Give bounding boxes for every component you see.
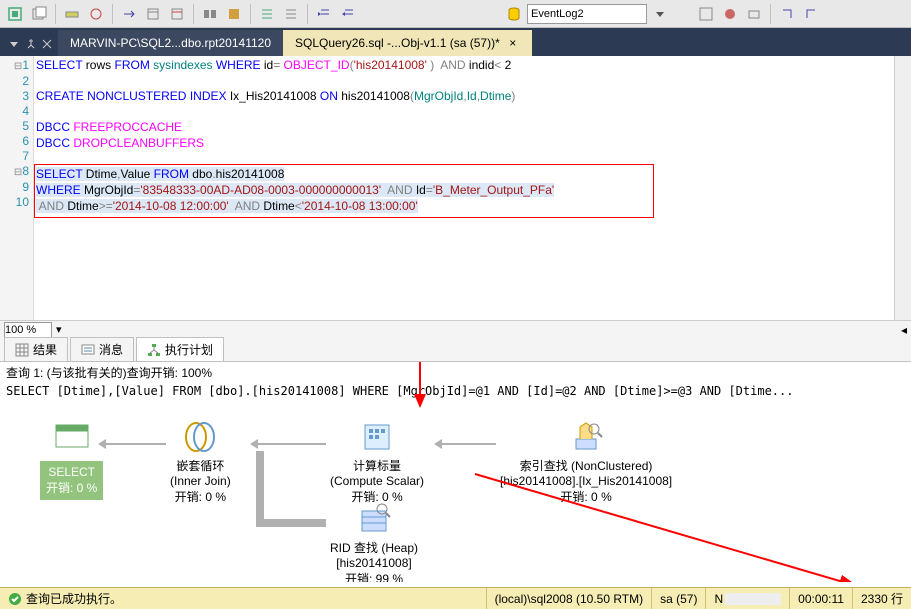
toolbar-icon[interactable] — [800, 3, 822, 25]
nested-loop-icon — [182, 419, 218, 455]
plan-canvas[interactable]: SELECT 开销: 0 % 嵌套循环 (Inner Join) 开销: 0 %… — [0, 399, 911, 569]
toolbar-icon[interactable] — [166, 3, 188, 25]
database-combo[interactable] — [527, 4, 647, 24]
plan-connector — [104, 443, 166, 445]
document-tabbar: MARVIN-PC\SQL2...dbo.rpt20141120 SQLQuer… — [0, 28, 911, 56]
tab-execution-plan[interactable]: 执行计划 — [136, 337, 224, 361]
indent-icon[interactable] — [313, 3, 335, 25]
rid-lookup-icon — [356, 501, 392, 537]
separator — [193, 4, 194, 24]
tab-messages[interactable]: 消息 — [70, 337, 134, 361]
plan-connector — [256, 443, 326, 445]
main-toolbar — [0, 0, 911, 28]
status-success: 查询已成功执行。 — [0, 588, 130, 609]
toolbar-icon[interactable] — [61, 3, 83, 25]
index-seek-icon — [568, 419, 604, 455]
arrow-icon — [434, 439, 442, 449]
select-icon — [54, 423, 90, 459]
tab-label: 消息 — [99, 341, 123, 358]
status-time: 00:00:11 — [789, 588, 852, 609]
close-icon[interactable] — [41, 38, 54, 52]
compute-icon — [359, 419, 395, 455]
zoom-combo[interactable] — [4, 322, 52, 338]
toolbar-icon[interactable] — [199, 3, 221, 25]
uncomment-icon[interactable] — [280, 3, 302, 25]
toolbar-icon[interactable] — [28, 3, 50, 25]
plan-connector — [440, 443, 496, 445]
tab-active[interactable]: SQLQuery26.sql -...Obj-v1.1 (sa (57))* × — [283, 30, 532, 56]
arrow-icon — [98, 439, 106, 449]
separator — [250, 4, 251, 24]
database-icon[interactable] — [503, 3, 525, 25]
tab-inactive[interactable]: MARVIN-PC\SQL2...dbo.rpt20141120 — [58, 30, 283, 56]
status-rows: 2330 行 — [852, 588, 911, 609]
plan-node-nested-loop[interactable]: 嵌套循环 (Inner Join) 开销: 0 % — [170, 419, 231, 505]
messages-icon — [81, 343, 95, 357]
arrow-icon — [250, 439, 258, 449]
tab-label: 结果 — [33, 341, 57, 358]
sql-editor: ⊟1 2 3 4 5 6 7 ⊟8 9 10 SELECT rows FROM … — [0, 56, 911, 320]
plan-query-header: 查询 1: (与该批有关的)查询开销: 100% — [0, 362, 911, 383]
toolbar-icon[interactable] — [776, 3, 798, 25]
plan-icon — [147, 343, 161, 357]
line-number-gutter: ⊟1 2 3 4 5 6 7 ⊟8 9 10 — [0, 56, 34, 320]
toolbar-icon[interactable] — [118, 3, 140, 25]
vertical-scrollbar[interactable] — [894, 56, 911, 320]
plan-node-compute-scalar[interactable]: 计算标量 (Compute Scalar) 开销: 0 % — [330, 419, 424, 505]
separator — [112, 4, 113, 24]
zoom-bar: ▾ ◂ — [0, 320, 911, 338]
tab-label: SQLQuery26.sql -...Obj-v1.1 (sa (57))* — [295, 36, 500, 50]
plan-connector — [256, 451, 264, 525]
tab-close-icon[interactable]: × — [506, 36, 520, 50]
plan-node-select[interactable]: SELECT 开销: 0 % — [40, 423, 103, 500]
toolbar-icon[interactable] — [695, 3, 717, 25]
toolbar-icon[interactable] — [142, 3, 164, 25]
tab-label: 执行计划 — [165, 341, 213, 358]
grid-icon — [15, 343, 29, 357]
status-user: sa (57) — [651, 588, 705, 609]
status-bar: 查询已成功执行。 (local)\sql2008 (10.50 RTM) sa … — [0, 587, 911, 609]
status-server: (local)\sql2008 (10.50 RTM) — [486, 588, 652, 609]
result-tabs: 结果 消息 执行计划 — [0, 338, 911, 362]
dropdown-icon[interactable] — [8, 38, 21, 52]
separator — [307, 4, 308, 24]
plan-node-rid-lookup[interactable]: RID 查找 (Heap) [his20141008] 开销: 99 % — [330, 501, 418, 582]
tabbar-gutter — [4, 34, 58, 56]
success-icon — [8, 592, 22, 606]
scroll-left-icon[interactable]: ◂ — [901, 323, 907, 337]
status-database: N — [705, 588, 789, 609]
plan-query-sql: SELECT [Dtime],[Value] FROM [dbo].[his20… — [0, 383, 911, 399]
toolbar-icon[interactable] — [4, 3, 26, 25]
execution-plan-panel: 查询 1: (与该批有关的)查询开销: 100% SELECT [Dtime],… — [0, 362, 911, 582]
comment-icon[interactable] — [256, 3, 278, 25]
annotation-arrow — [400, 362, 440, 414]
separator — [55, 4, 56, 24]
code-content[interactable]: SELECT rows FROM sysindexes WHERE id= OB… — [34, 56, 894, 320]
outdent-icon[interactable] — [337, 3, 359, 25]
tab-results[interactable]: 结果 — [4, 337, 68, 361]
dropdown-icon[interactable] — [649, 3, 671, 25]
annotation-arrow — [470, 469, 870, 582]
tab-label: MARVIN-PC\SQL2...dbo.rpt20141120 — [70, 36, 271, 50]
pin-icon[interactable] — [25, 38, 38, 52]
toolbar-icon[interactable] — [719, 3, 741, 25]
plan-connector — [256, 519, 326, 527]
separator — [770, 4, 771, 24]
toolbar-icon[interactable] — [85, 3, 107, 25]
toolbar-icon[interactable] — [743, 3, 765, 25]
toolbar-icon[interactable] — [223, 3, 245, 25]
